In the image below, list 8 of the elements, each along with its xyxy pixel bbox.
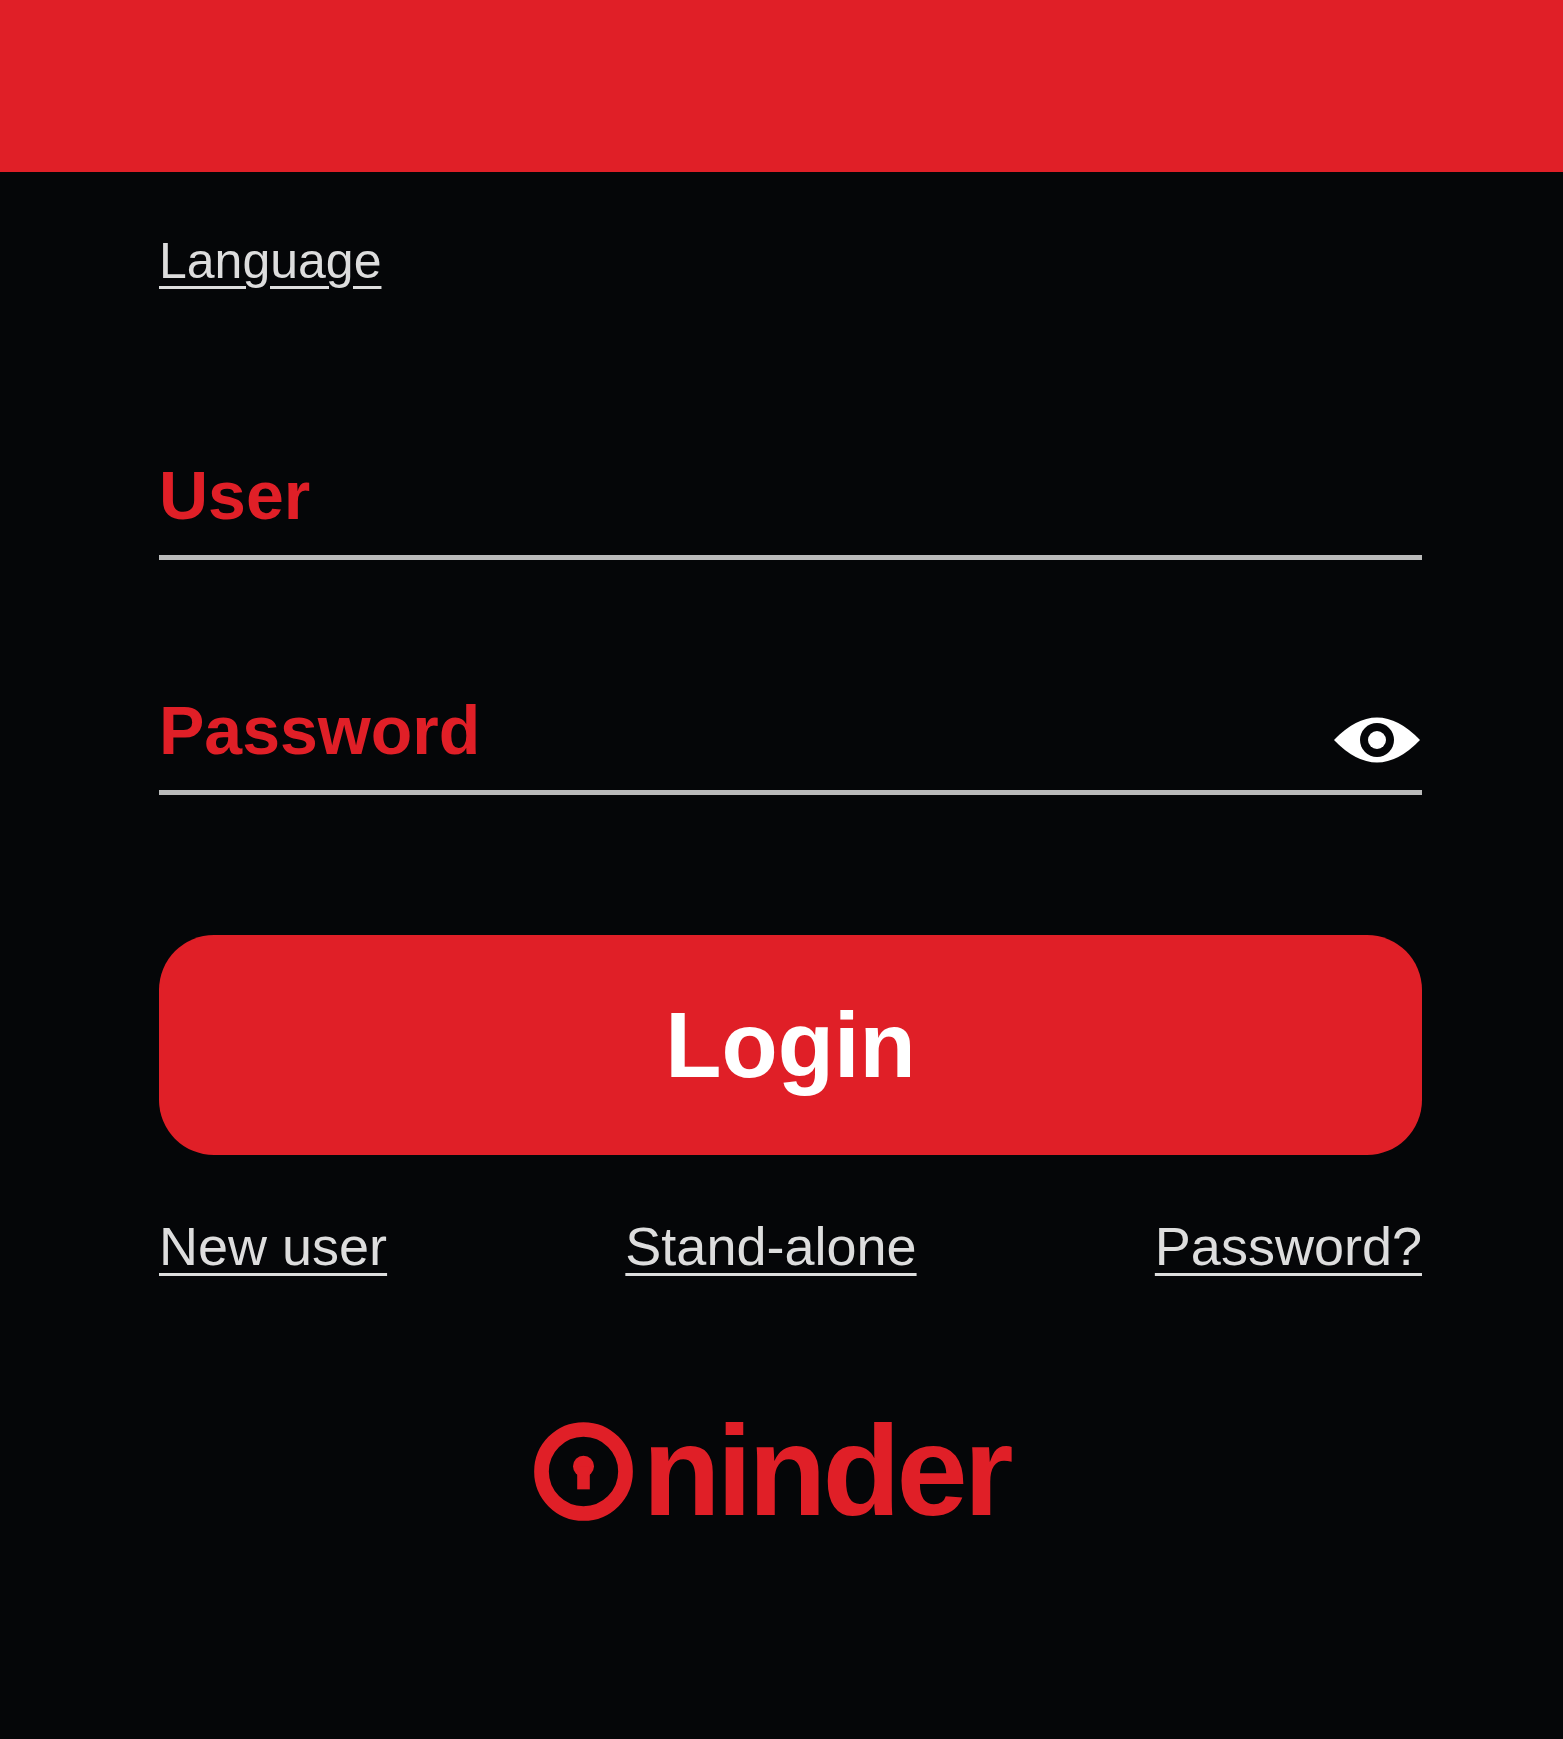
login-button[interactable]: Login bbox=[159, 935, 1422, 1155]
text-link[interactable]: Password? bbox=[1154, 1215, 1422, 1277]
user-field[interactable]: User bbox=[159, 456, 1422, 534]
password-field[interactable]: Password bbox=[159, 691, 1332, 769]
text-link[interactable]: Stand-alone bbox=[625, 1215, 917, 1277]
logo-text: ninder bbox=[642, 1407, 1010, 1535]
language-link[interactable]: Language bbox=[159, 232, 382, 290]
text-link[interactable]: New user bbox=[159, 1215, 388, 1277]
